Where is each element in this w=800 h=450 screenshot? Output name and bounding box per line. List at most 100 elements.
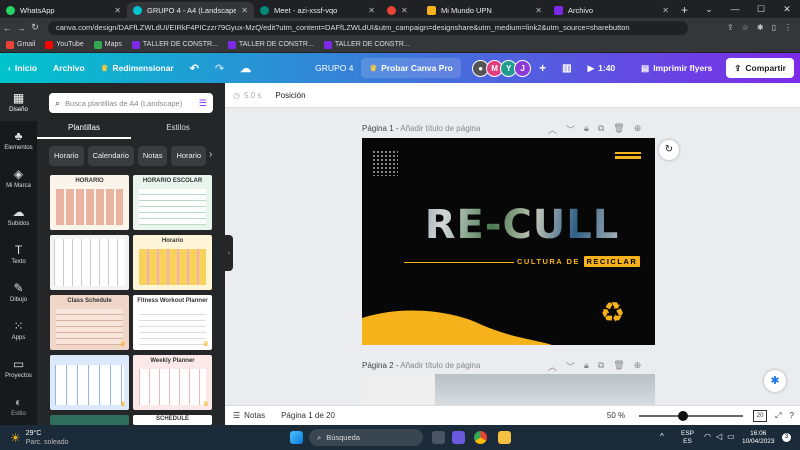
chevron-right-icon[interactable]: › <box>209 149 212 160</box>
close-icon[interactable]: ✕ <box>662 6 669 15</box>
tab-meet[interactable]: Meet - azi-xssf-vqo ✕ <box>254 2 381 18</box>
inicio-button[interactable]: ‹ Inicio <box>0 63 45 73</box>
design-page-1[interactable]: RE-CULL CULTURA DE RECICLAR ♻ <box>362 138 655 345</box>
position-button[interactable]: Posición <box>275 91 305 100</box>
template-thumbnail[interactable]: HORARIO ESCOLAR <box>133 175 212 230</box>
bookmark-taller-3[interactable]: TALLER DE CONSTR... <box>323 40 410 49</box>
try-pro-button[interactable]: ♛ Probar Canva Pro <box>361 58 461 78</box>
share-icon[interactable]: ⇪ <box>727 23 734 32</box>
tab-whatsapp[interactable]: WhatsApp ✕ <box>0 2 127 18</box>
template-thumbnail[interactable]: HORARIO <box>50 175 129 230</box>
taskview-icon[interactable] <box>432 431 445 444</box>
tab-canva[interactable]: GRUPO 4 - A4 (Landscape) ✕ <box>127 2 254 18</box>
bookmark-taller-1[interactable]: TALLER DE CONSTR... <box>131 40 218 49</box>
chrome-icon[interactable] <box>474 431 487 444</box>
chevron-up-icon[interactable]: ︿ <box>548 123 557 136</box>
compartir-button[interactable]: ⇪ Compartir <box>726 58 794 78</box>
add-page-icon[interactable]: ⊕ <box>634 123 642 136</box>
lock-icon[interactable]: 🔒︎ <box>584 123 589 136</box>
taskbar-search[interactable]: ⌕ Búsqueda <box>309 429 423 446</box>
chat-icon[interactable] <box>452 431 465 444</box>
close-icon[interactable]: ✕ <box>535 6 542 15</box>
minimize-icon[interactable]: — <box>722 0 748 18</box>
duplicate-icon[interactable]: ⧉ <box>598 360 604 373</box>
page-2-title-input[interactable]: Añadir título de página <box>400 361 480 370</box>
tab-recording[interactable]: ✕ <box>381 2 421 18</box>
rail-texto[interactable]: T Texto <box>0 235 37 273</box>
rail-elementos[interactable]: ♣ Elementos <box>0 121 37 159</box>
bookmark-youtube[interactable]: YouTube <box>45 40 84 49</box>
forward-icon[interactable]: → <box>14 23 28 33</box>
tab-archivo[interactable]: Archivo ✕ <box>548 2 675 18</box>
tab-plantillas[interactable]: Plantillas <box>37 119 131 139</box>
cloud-save-icon[interactable]: ☁ <box>232 62 259 75</box>
weather-widget[interactable]: ☀ 29°C Parc. soleado <box>10 429 69 447</box>
rail-proyectos[interactable]: ▭ Proyectos <box>0 349 37 387</box>
chevron-down-icon[interactable]: ﹀ <box>566 123 575 136</box>
bookmark-maps[interactable]: Maps <box>93 40 122 49</box>
tab-search-icon[interactable]: ⌄ <box>696 0 722 18</box>
reload-icon[interactable]: ↻ <box>28 22 42 33</box>
close-icon[interactable]: ✕ <box>401 6 408 15</box>
system-icons[interactable]: ◠ ◁ ▭ <box>704 432 735 441</box>
fullscreen-icon[interactable]: ⤢ <box>775 411 781 421</box>
template-thumbnail[interactable]: Horario <box>133 235 212 290</box>
avatar-j[interactable]: J <box>514 59 532 77</box>
start-button[interactable] <box>290 431 303 444</box>
close-window-icon[interactable]: ✕ <box>774 0 800 18</box>
template-thumbnail[interactable]: SCHEDULE <box>133 415 212 425</box>
add-collaborator-button[interactable]: + <box>531 61 554 75</box>
imprimir-flyers-button[interactable]: ▤ Imprimir flyers <box>633 63 720 74</box>
notes-button[interactable]: ☰ Notas <box>233 411 265 420</box>
duplicate-icon[interactable]: ⧉ <box>598 123 604 136</box>
extensions-icon[interactable]: ✱ <box>757 23 764 32</box>
collapse-panel-handle[interactable]: ‹ <box>225 235 233 271</box>
chip-notas[interactable]: Notas <box>137 146 168 166</box>
menu-icon[interactable]: ⋮ <box>784 23 792 32</box>
chip-horario[interactable]: Horario <box>49 146 84 166</box>
filter-icon[interactable]: ☰ <box>199 98 207 109</box>
chevron-down-icon[interactable]: ﹀ <box>566 360 575 373</box>
bookmark-taller-2[interactable]: TALLER DE CONSTR... <box>227 40 314 49</box>
chip-horario-2[interactable]: Horario <box>171 146 207 166</box>
add-page-icon[interactable]: ⊕ <box>634 360 642 373</box>
new-tab-button[interactable]: + <box>681 2 688 18</box>
close-icon[interactable]: ✕ <box>114 6 121 15</box>
magic-assistant-button[interactable]: ✱ <box>764 370 786 392</box>
template-thumbnail[interactable]: Weekly Planner ♛ <box>133 355 212 410</box>
archivo-button[interactable]: Archivo <box>45 63 93 73</box>
page-1-title-input[interactable]: Añadir título de página <box>400 124 480 133</box>
zoom-slider[interactable] <box>639 410 744 421</box>
language-indicator[interactable]: ESP ES <box>681 430 694 446</box>
duration-control[interactable]: ◷ 5.0 s <box>233 91 261 100</box>
tab-estilos[interactable]: Estilos <box>131 119 225 139</box>
explorer-icon[interactable] <box>498 431 511 444</box>
group-name[interactable]: GRUPO 4 <box>307 63 361 73</box>
rail-subidos[interactable]: ☁ Subidos <box>0 197 37 235</box>
chevron-up-icon[interactable]: ︿ <box>548 360 557 373</box>
template-thumbnail[interactable] <box>50 235 129 290</box>
tab-mi-mundo-upn[interactable]: Mi Mundo UPN ✕ <box>421 2 548 18</box>
undo-button[interactable]: ↶ <box>182 62 207 75</box>
lock-icon[interactable]: 🔒︎ <box>584 360 589 373</box>
redo-button[interactable]: ↷ <box>207 62 232 75</box>
page-count[interactable]: Página 1 de 20 <box>281 411 335 420</box>
template-thumbnail[interactable]: Fitness Workout Planner ♛ <box>133 295 212 350</box>
zoom-slider-thumb[interactable] <box>678 410 689 421</box>
template-thumbnail[interactable] <box>50 415 129 425</box>
template-thumbnail[interactable]: Class Schedule ♛ <box>50 295 129 350</box>
chevron-up-icon[interactable]: ^ <box>660 432 664 441</box>
redimensionar-button[interactable]: ♛ Redimensionar <box>93 63 182 74</box>
close-icon[interactable]: ✕ <box>368 6 375 15</box>
refresh-floating-button[interactable]: ↻ <box>659 140 679 160</box>
rail-dibujo[interactable]: ✎ Dibujo <box>0 273 37 311</box>
trash-icon[interactable]: 🗑︎ <box>613 360 624 373</box>
maximize-icon[interactable]: ☐ <box>748 0 774 18</box>
template-thumbnail[interactable]: ♛ <box>50 355 129 410</box>
rail-mi-marca[interactable]: ◈ Mi Marca <box>0 159 37 197</box>
notification-badge[interactable]: 3 <box>782 433 791 442</box>
clock[interactable]: 16:06 10/04/2023 <box>742 430 775 446</box>
insights-icon[interactable]: ▥ <box>554 63 579 74</box>
rail-estilo[interactable]: ◐ Estilo <box>0 387 37 425</box>
bookmark-gmail[interactable]: Gmail <box>6 40 35 49</box>
